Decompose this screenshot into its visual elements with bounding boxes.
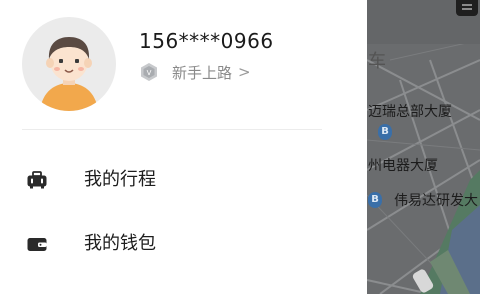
wallet-icon	[27, 238, 47, 251]
menu-item-my-trips[interactable]: 我的行程	[0, 160, 367, 200]
user-phone-number: 156****0966	[139, 29, 274, 53]
map-label: 车	[368, 51, 386, 72]
divider	[22, 129, 322, 130]
level-badge-icon: V	[141, 63, 157, 81]
user-level-link[interactable]: V 新手上路 >	[139, 60, 251, 84]
user-level-label: 新手上路	[172, 63, 233, 82]
menu-item-label: 我的行程	[84, 169, 156, 190]
trip-bag-icon	[27, 171, 47, 189]
avatar[interactable]	[22, 17, 116, 111]
map-label: 伟易达研发大	[394, 193, 478, 209]
map-pin-icon[interactable]: B	[378, 124, 392, 140]
user-avatar-icon	[40, 37, 98, 111]
svg-text:V: V	[147, 69, 152, 77]
map-menu-icon[interactable]	[456, 0, 478, 16]
map-label: 州电器大厦	[368, 158, 438, 174]
map-label: 迈瑞总部大厦	[368, 104, 452, 120]
menu-item-label: 我的钱包	[84, 233, 156, 254]
chevron-right-icon: >	[238, 63, 251, 81]
app-screen: 车 迈瑞总部大厦 B 州电器大厦 B 伟易达研发大 156****0966 V …	[0, 0, 480, 294]
side-drawer: 156****0966 V 新手上路 > 我的行程 我的钱包	[0, 0, 367, 294]
map-pin-icon[interactable]: B	[368, 192, 382, 208]
menu-item-my-wallet[interactable]: 我的钱包	[0, 224, 367, 264]
